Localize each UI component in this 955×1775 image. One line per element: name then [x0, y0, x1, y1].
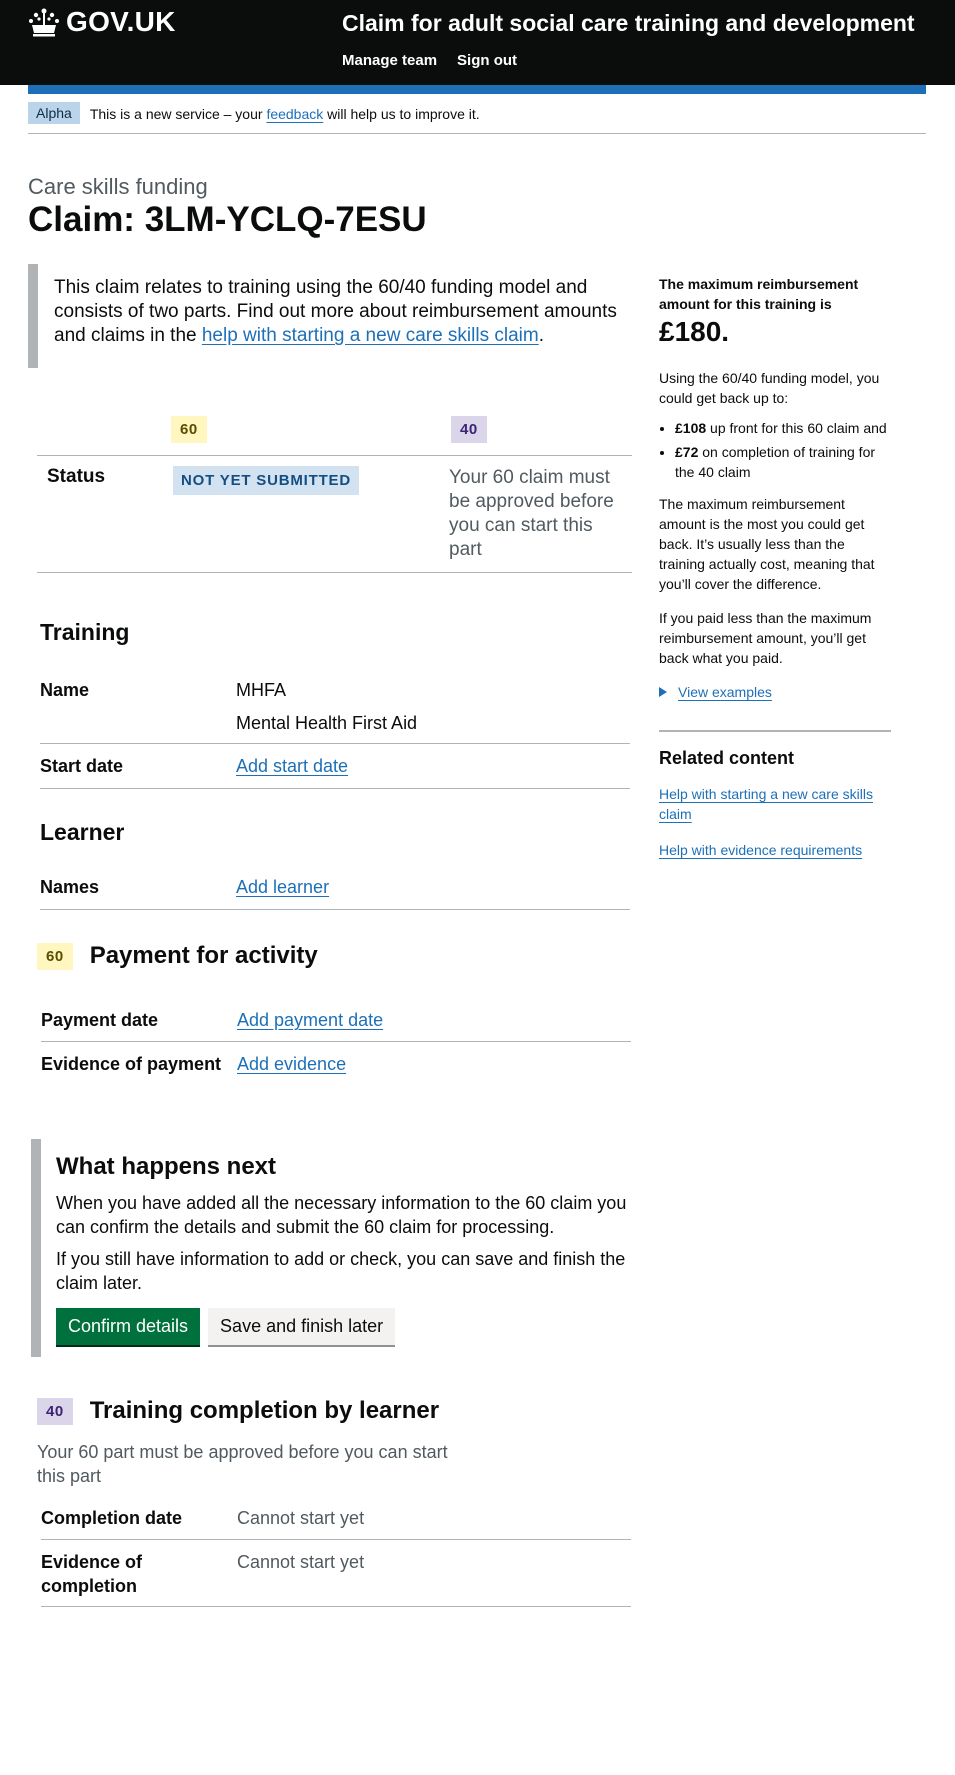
next-button-group: Confirm details Save and finish later [56, 1308, 643, 1345]
page-title: Claim: 3LM-YCLQ-7ESU [28, 200, 427, 239]
status-table: 60 40 Status NOT YET SUBMITTED Your 60 c… [37, 414, 632, 573]
page-caption: Care skills funding [28, 174, 208, 199]
training-start-row: Start date Add start date [40, 744, 630, 789]
evidence-of-completion-label: Evidence of completion [41, 1552, 143, 1596]
view-examples-details[interactable]: View examples [659, 682, 891, 702]
completion-date-value: Cannot start yet [237, 1508, 365, 1528]
logo-text: GOV.UK [66, 6, 176, 37]
status-table-divider [37, 455, 632, 456]
next-paragraph-1: When you have added all the necessary in… [56, 1193, 627, 1237]
status-40-note: Your 60 claim must be approved before yo… [449, 467, 614, 560]
nav-manage-team[interactable]: Manage team [342, 52, 437, 69]
training-name-row: Name MHFA Mental Health First Aid [40, 668, 630, 744]
completion-date-row: Completion date Cannot start yet [41, 1496, 631, 1540]
add-learner-link[interactable]: Add learner [236, 875, 329, 899]
next-paragraph-2: If you still have information to add or … [56, 1249, 626, 1293]
add-payment-date-link[interactable]: Add payment date [237, 1008, 383, 1032]
feedback-link[interactable]: feedback [266, 106, 323, 122]
training-full-name: Mental Health First Aid [236, 713, 418, 733]
learner-names-row: Names Add learner [40, 865, 630, 910]
related-link-evidence[interactable]: Help with evidence requirements [659, 842, 862, 858]
phase-text-before: This is a new service – your [89, 106, 267, 122]
save-finish-later-button[interactable]: Save and finish later [208, 1308, 396, 1345]
reimbursement-sidebar: The maximum reimbursement amount for thi… [659, 274, 891, 876]
view-examples-link[interactable]: View examples [678, 682, 772, 702]
completion-section-header: 40 Training completion by learner [37, 1397, 439, 1425]
site-header: GOV.UK Claim for adult social care train… [0, 0, 955, 85]
add-evidence-link[interactable]: Add evidence [237, 1052, 346, 1076]
completion-evidence-value: Cannot start yet [237, 1552, 365, 1572]
payment-date-row: Payment date Add payment date [41, 998, 631, 1042]
phase-text-after: will help us to improve it. [323, 106, 480, 122]
status-label: Status [47, 466, 106, 487]
related-link-new-claim[interactable]: Help with starting a new care skills cla… [659, 786, 873, 822]
service-name[interactable]: Claim for adult social care training and… [342, 10, 915, 37]
completion-text: on completion of training for the 40 cla… [675, 444, 876, 480]
help-claim-link[interactable]: help with starting a new care skills cla… [202, 325, 539, 346]
related-content-heading: Related content [659, 748, 795, 768]
sidebar-list-item: £72 on completion of training for the 40… [675, 442, 891, 482]
max-amount: £180. [659, 316, 730, 347]
sidebar-divider [659, 730, 891, 732]
what-happens-next: What happens next When you have added al… [31, 1139, 643, 1357]
payment-section-header: 60 Payment for activity [37, 942, 318, 970]
completion-date-label: Completion date [41, 1508, 183, 1528]
header-nav: Manage team Sign out [342, 52, 517, 69]
evidence-of-payment-label: Evidence of payment [41, 1054, 222, 1074]
crown-icon [29, 8, 59, 37]
inset-after: . [538, 325, 544, 346]
phase-text: This is a new service – your feedback wi… [90, 102, 480, 122]
learner-heading: Learner [40, 819, 125, 845]
payment-evidence-row: Evidence of payment Add evidence [41, 1042, 631, 1086]
add-start-date-link[interactable]: Add start date [236, 754, 348, 778]
start-date-label: Start date [40, 756, 124, 776]
sidebar-list: £108 up front for this 60 claim and £72 … [659, 418, 891, 482]
confirm-details-button[interactable]: Confirm details [56, 1308, 201, 1345]
sidebar-list-item: £108 up front for this 60 claim and [675, 418, 891, 438]
govuk-logo-link[interactable]: GOV.UK [28, 6, 176, 38]
upfront-amount: £108 [675, 420, 707, 436]
nav-sign-out[interactable]: Sign out [457, 52, 517, 69]
phase-banner: Alpha This is a new service – your feedb… [28, 102, 926, 134]
tag-60: 60 [171, 416, 207, 443]
completion-evidence-row: Evidence of completion Cannot start yet [41, 1540, 631, 1607]
phase-tag: Alpha [28, 102, 80, 124]
training-name-label: Name [40, 680, 90, 700]
payment-tag-60: 60 [37, 942, 73, 970]
inset-text: This claim relates to training using the… [28, 264, 640, 368]
sidebar-intro: Using the 60/40 funding model, you could… [659, 370, 880, 406]
training-code: MHFA [236, 680, 287, 700]
sidebar-paragraph-2: If you paid less than the maximum reimbu… [659, 610, 872, 666]
triangle-right-icon [659, 687, 667, 697]
payment-heading: Payment for activity [89, 942, 318, 969]
completion-tag-40: 40 [37, 1397, 73, 1425]
upfront-text: up front for this 60 claim and [706, 420, 887, 436]
training-heading: Training [40, 619, 130, 645]
completion-amount: £72 [675, 444, 699, 460]
completion-heading: Training completion by learner [89, 1397, 440, 1424]
learner-names-label: Names [40, 877, 100, 897]
status-badge: NOT YET SUBMITTED [173, 466, 359, 495]
sidebar-paragraph-1: The maximum reimbursement amount is the … [659, 496, 875, 592]
sidebar-lead: The maximum reimbursement amount for thi… [659, 276, 859, 312]
completion-note: Your 60 part must be approved before you… [37, 1442, 448, 1486]
next-heading: What happens next [56, 1153, 277, 1180]
header-accent-bar [28, 85, 926, 94]
payment-date-label: Payment date [41, 1010, 159, 1030]
tag-40: 40 [451, 416, 487, 443]
